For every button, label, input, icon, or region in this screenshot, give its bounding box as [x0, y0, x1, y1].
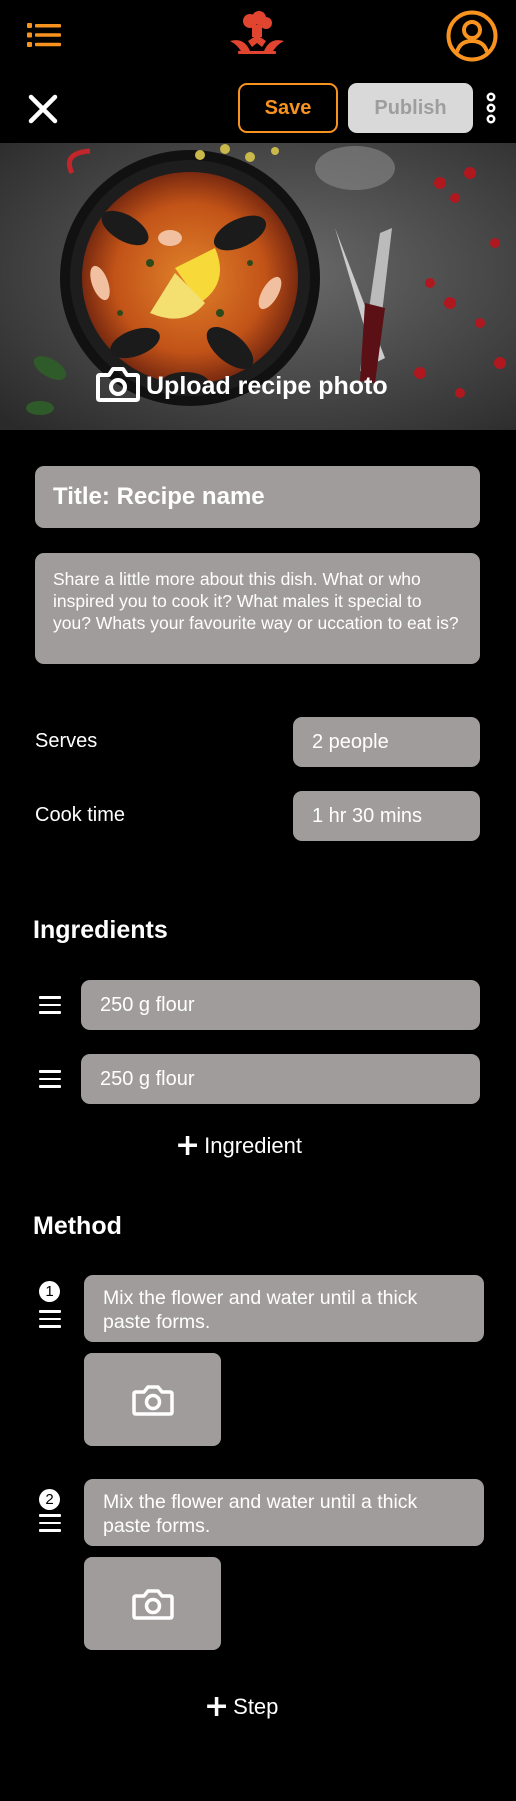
- recipe-photo[interactable]: Upload recipe photo: [0, 143, 516, 430]
- add-ingredient-label: Ingredient: [204, 1133, 302, 1158]
- add-step-button[interactable]: + Step: [204, 1692, 278, 1722]
- save-button[interactable]: Save: [238, 83, 338, 133]
- title-field[interactable]: Title: Recipe name: [35, 466, 480, 528]
- step-text: Mix the flower and water until a thick p…: [103, 1287, 418, 1333]
- drag-handle-icon[interactable]: [39, 996, 61, 1019]
- more-vertical-icon[interactable]: [484, 92, 498, 124]
- step-photo-upload[interactable]: [84, 1353, 221, 1446]
- user-circle-icon[interactable]: [446, 10, 498, 62]
- action-bar: Save Publish: [0, 72, 516, 142]
- serves-value: 2 people: [312, 730, 389, 753]
- chef-logo-icon[interactable]: [228, 11, 286, 55]
- ingredient-value: 250 g flour: [100, 993, 195, 1016]
- camera-icon: [132, 1589, 174, 1620]
- upload-photo-label: Upload recipe photo: [146, 371, 388, 400]
- serves-label: Serves: [35, 730, 98, 752]
- publish-button-label: Publish: [374, 96, 447, 119]
- ingredients-heading: Ingredients: [33, 916, 168, 944]
- add-ingredient-button[interactable]: + Ingredient: [175, 1131, 302, 1161]
- drag-handle-icon[interactable]: [39, 1310, 61, 1333]
- drag-handle-icon[interactable]: [39, 1070, 61, 1093]
- save-button-label: Save: [264, 96, 312, 119]
- step-text-input[interactable]: Mix the flower and water until a thick p…: [84, 1275, 484, 1342]
- cook-time-value: 1 hr 30 mins: [312, 804, 423, 827]
- description-field-placeholder: Share a little more about this dish. Wha…: [53, 569, 459, 633]
- ingredient-input[interactable]: 250 g flour: [81, 980, 480, 1030]
- cook-time-input[interactable]: 1 hr 30 mins: [293, 791, 480, 841]
- drag-handle-icon[interactable]: [39, 1514, 61, 1537]
- plus-icon: +: [175, 1128, 201, 1163]
- step-photo-upload[interactable]: [84, 1557, 221, 1650]
- add-step-label: Step: [233, 1694, 279, 1719]
- upload-photo-control[interactable]: Upload recipe photo: [96, 366, 388, 406]
- top-bar: [0, 0, 516, 72]
- title-field-value: Title: Recipe name: [53, 483, 265, 510]
- step-text: Mix the flower and water until a thick p…: [103, 1491, 418, 1537]
- cook-time-label: Cook time: [35, 804, 126, 826]
- ingredient-input[interactable]: 250 g flour: [81, 1054, 480, 1104]
- description-field[interactable]: Share a little more about this dish. Wha…: [35, 553, 480, 664]
- step-number-badge: 1: [39, 1281, 60, 1302]
- camera-icon: [132, 1385, 174, 1416]
- step-number-badge: 2: [39, 1489, 60, 1510]
- step-text-input[interactable]: Mix the flower and water until a thick p…: [84, 1479, 484, 1546]
- method-heading: Method: [33, 1212, 122, 1240]
- ingredient-value: 250 g flour: [100, 1067, 195, 1090]
- serves-input[interactable]: 2 people: [293, 717, 480, 767]
- publish-button[interactable]: Publish: [348, 83, 473, 133]
- camera-icon: [96, 366, 140, 406]
- plus-icon: +: [204, 1689, 230, 1724]
- close-icon[interactable]: [28, 94, 58, 124]
- list-icon[interactable]: [27, 22, 63, 48]
